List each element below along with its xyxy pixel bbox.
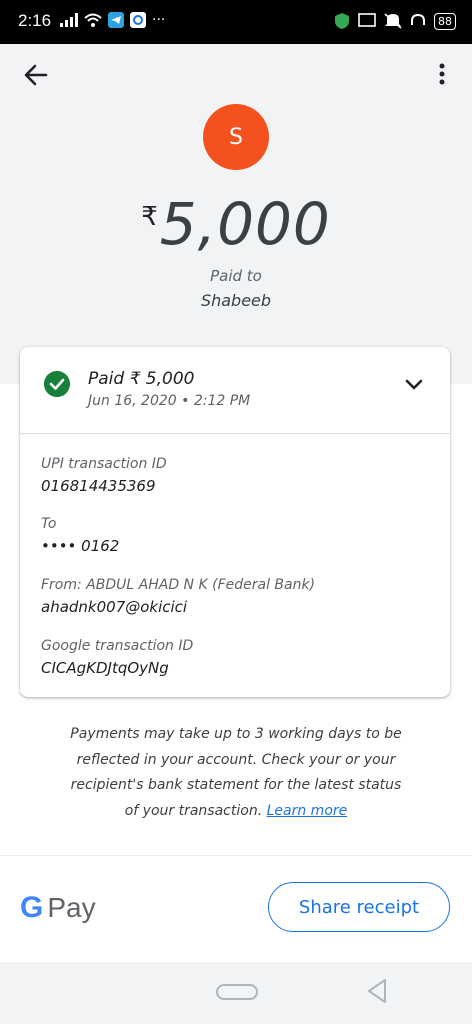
telegram-icon [108, 12, 124, 28]
card-divider [20, 433, 450, 434]
wifi-icon [84, 13, 102, 27]
app-notification-icon [130, 12, 146, 28]
status-left-icons: ··· [60, 12, 165, 28]
amount-value: 5,000 [159, 190, 331, 258]
currency-symbol: ₹ [141, 202, 158, 232]
back-arrow-icon[interactable] [22, 62, 52, 88]
status-time: 2:16 [18, 11, 52, 30]
more-notifications-icon: ··· [152, 12, 166, 28]
chevron-down-icon[interactable] [404, 377, 424, 393]
payment-note: Payments may take up to 3 working days t… [70, 722, 402, 824]
google-pay-logo: G Pay [20, 891, 96, 925]
google-transaction-id-label: Google transaction ID [41, 638, 194, 654]
footer-divider [0, 855, 472, 856]
battery-icon: 88 [434, 12, 456, 30]
cast-icon [358, 13, 376, 27]
transaction-details-card: Paid ₹ 5,000 Jun 16, 2020 • 2:12 PM UPI … [20, 347, 450, 697]
check-circle-icon [44, 371, 70, 397]
more-vert-icon[interactable] [434, 62, 450, 88]
to-label: To [41, 516, 57, 532]
status-title: Paid ₹ 5,000 [88, 369, 195, 389]
paid-to-label: Paid to [210, 267, 262, 285]
home-pill-button[interactable] [216, 984, 258, 1000]
upi-transaction-id-value: 016814435369 [41, 477, 156, 495]
from-label: From: ABDUL AHAD N K (Federal Bank) [41, 577, 316, 593]
to-account-value: •••• 0162 [41, 537, 120, 555]
google-g-logo: G [20, 891, 44, 924]
from-upi-id-value: ahadnk007@okicici [41, 598, 188, 616]
share-receipt-button[interactable]: Share receipt [268, 882, 450, 932]
signal-icon [60, 13, 78, 27]
status-right-icons: 88 [334, 12, 456, 30]
transaction-date: Jun 16, 2020 • 2:12 PM [88, 393, 251, 409]
security-shield-icon [335, 13, 349, 29]
pay-wordmark: Pay [47, 892, 96, 923]
upi-transaction-id-label: UPI transaction ID [41, 456, 167, 472]
nav-back-icon[interactable] [366, 978, 388, 1004]
mute-icon [384, 13, 402, 29]
headphones-icon [411, 13, 425, 25]
learn-more-link[interactable]: Learn more [267, 803, 348, 819]
payment-note-text: Payments may take up to 3 working days t… [70, 726, 402, 819]
payee-name: Shabeeb [200, 291, 272, 310]
payment-amount: ₹5,000 [0, 190, 472, 258]
navigation-bar [0, 962, 472, 1024]
status-bar: 2:16 ··· 88 [0, 0, 472, 44]
google-transaction-id-value: CICAgKDJtqOyNg [41, 659, 169, 677]
avatar: S [203, 104, 269, 170]
